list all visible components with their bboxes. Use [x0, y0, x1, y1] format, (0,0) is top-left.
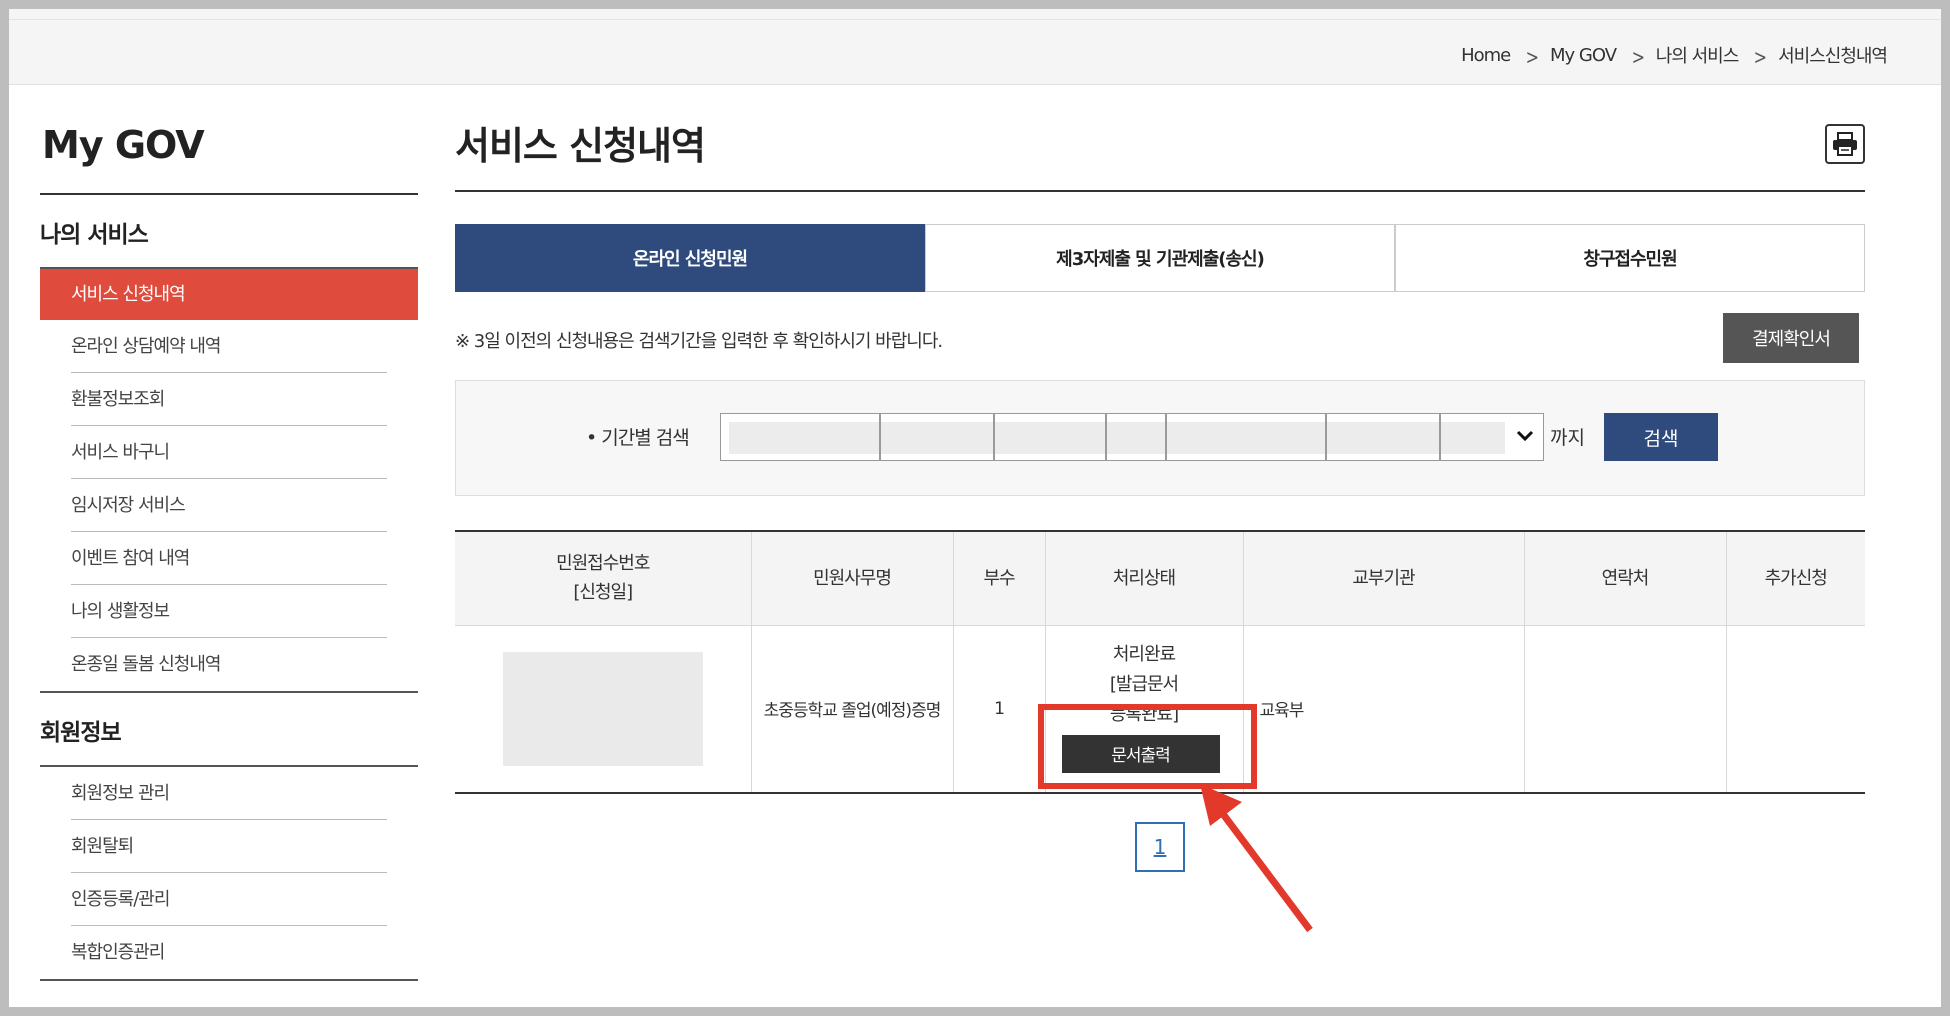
sidebar-item-service-history[interactable]: 서비스 신청내역: [40, 269, 418, 320]
payment-receipt-button[interactable]: 결제확인서: [1723, 313, 1859, 363]
page-title-wrap: 서비스 신청내역: [455, 85, 1865, 192]
date-divider: [1439, 414, 1441, 460]
tab-online-application[interactable]: 온라인 신청민원: [455, 224, 925, 292]
print-button[interactable]: [1825, 124, 1865, 164]
tabs: 온라인 신청민원 제3자제출 및 기관제출(송신) 창구접수민원: [455, 224, 1865, 292]
chevron-down-icon[interactable]: [1513, 424, 1537, 448]
col-header-receipt-number-line1: 민원접수번호: [556, 553, 650, 575]
sidebar-item-life-info[interactable]: 나의 생활정보: [40, 585, 418, 638]
sidebar-item-multi-cert[interactable]: 복합인증관리: [40, 926, 418, 979]
breadcrumb-separator-icon: >: [1631, 45, 1645, 69]
search-button[interactable]: 검색: [1604, 413, 1718, 461]
cell-copies: 1: [952, 625, 1045, 793]
date-range-field[interactable]: [729, 422, 1505, 454]
sidebar-list-member: 회원정보 관리 회원탈퇴 인증등록/관리 복합인증관리: [40, 765, 418, 981]
pointer-arrow-icon: [1200, 784, 1313, 933]
cell-agency: 교육부: [1242, 625, 1524, 793]
col-header-contact: 연락처: [1523, 531, 1726, 626]
status-line-2: [발급문서: [1109, 673, 1179, 695]
status-line-1: 처리완료: [1112, 643, 1176, 665]
col-header-service-name: 민원사무명: [750, 531, 953, 626]
date-divider: [1325, 414, 1327, 460]
date-divider: [993, 414, 995, 460]
cell-contact: [1523, 625, 1726, 793]
page-title: 서비스 신청내역: [455, 124, 706, 168]
date-divider: [1165, 414, 1167, 460]
printer-icon: [1833, 132, 1857, 156]
sidebar-item-refund[interactable]: 환불정보조회: [40, 373, 418, 426]
date-divider: [879, 414, 881, 460]
sidebar-item-consult-reservation[interactable]: 온라인 상담예약 내역: [40, 320, 418, 373]
search-box: • 기간별 검색 까지 검색: [455, 380, 1865, 496]
sidebar: My GOV 나의 서비스 서비스 신청내역 온라인 상담예약 내역 환불정보조…: [40, 85, 418, 981]
top-bar: Home > My GOV > 나의 서비스 > 서비스신청내역: [9, 9, 1941, 85]
notice-text: ※ 3일 이전의 신청내용은 검색기간을 입력한 후 확인하시기 바랍니다.: [455, 331, 943, 352]
browser-frame: Home > My GOV > 나의 서비스 > 서비스신청내역 My GOV …: [9, 9, 1941, 1007]
date-range-input[interactable]: [720, 413, 1544, 461]
col-header-agency: 교부기관: [1242, 531, 1524, 626]
until-label: 까지: [1550, 427, 1585, 449]
col-header-receipt-number-line2: [신청일]: [573, 582, 633, 604]
col-header-receipt-number: 민원접수번호 [신청일]: [455, 531, 751, 626]
breadcrumb-home[interactable]: Home: [1461, 45, 1511, 66]
breadcrumb-separator-icon: >: [1753, 45, 1767, 69]
notice-row: ※ 3일 이전의 신청내용은 검색기간을 입력한 후 확인하시기 바랍니다. 결…: [455, 292, 1865, 374]
sidebar-item-childcare[interactable]: 온종일 돌봄 신청내역: [40, 638, 418, 691]
sidebar-item-cert[interactable]: 인증등록/관리: [40, 873, 418, 926]
page-number-1[interactable]: 1: [1135, 821, 1185, 872]
sidebar-title: My GOV: [40, 85, 418, 195]
search-period-label: • 기간별 검색: [586, 427, 690, 449]
sidebar-item-temp-save[interactable]: 임시저장 서비스: [40, 479, 418, 532]
cell-receipt-number: [455, 625, 751, 793]
breadcrumb-my-service[interactable]: 나의 서비스: [1656, 42, 1740, 68]
sidebar-item-withdraw[interactable]: 회원탈퇴: [40, 820, 418, 873]
sidebar-section-member: 회원정보: [40, 720, 122, 746]
table-header-row: 민원접수번호 [신청일] 민원사무명 부수 처리상태 교부기관 연락처 추가신청: [455, 531, 1865, 626]
tab-counter[interactable]: 창구접수민원: [1395, 224, 1865, 292]
col-header-status: 처리상태: [1044, 531, 1243, 626]
redacted-receipt-number: [502, 651, 703, 766]
sidebar-item-service-basket[interactable]: 서비스 바구니: [40, 426, 418, 479]
tab-third-party[interactable]: 제3자제출 및 기관제출(송신): [925, 224, 1395, 292]
date-divider: [1105, 414, 1107, 460]
breadcrumb-current[interactable]: 서비스신청내역: [1778, 42, 1888, 68]
breadcrumb: Home > My GOV > 나의 서비스 > 서비스신청내역: [1461, 41, 1888, 70]
col-header-copies: 부수: [952, 531, 1045, 626]
sidebar-item-member-manage[interactable]: 회원정보 관리: [40, 767, 418, 820]
breadcrumb-separator-icon: >: [1525, 45, 1539, 69]
highlight-box: [1038, 704, 1257, 789]
breadcrumb-mygov[interactable]: My GOV: [1550, 45, 1617, 66]
cell-additional: [1725, 625, 1865, 793]
cell-service-name: 초중등학교 졸업(예정)증명: [750, 625, 953, 793]
sidebar-item-event[interactable]: 이벤트 참여 내역: [40, 532, 418, 585]
sidebar-section-my-service: 나의 서비스: [40, 222, 149, 248]
sidebar-list-my-service: 서비스 신청내역 온라인 상담예약 내역 환불정보조회 서비스 바구니 임시저장…: [40, 267, 418, 693]
col-header-additional: 추가신청: [1725, 531, 1865, 626]
